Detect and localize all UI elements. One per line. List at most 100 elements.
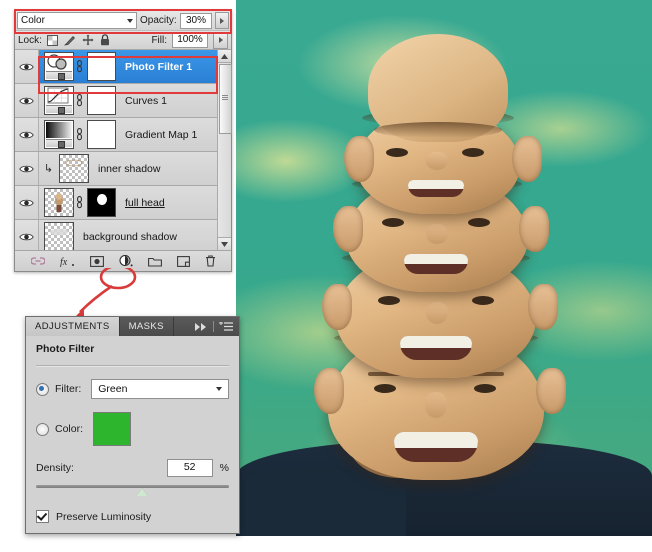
layer-thumbnail-inner-shadow[interactable]	[59, 154, 89, 183]
eye-left-1	[386, 148, 408, 157]
new-layer-icon[interactable]	[176, 255, 190, 267]
layer-mask-thumbnail[interactable]	[87, 120, 116, 149]
tab-adjustments[interactable]: ADJUSTMENTS	[26, 317, 120, 336]
new-adjustment-layer-icon[interactable]	[118, 255, 133, 267]
layer-style-fx-icon[interactable]: fx	[60, 256, 75, 267]
ear-left-3	[322, 284, 352, 330]
layer-mask-thumbnail[interactable]	[87, 188, 116, 217]
layer-mask-thumbnail[interactable]	[87, 52, 116, 81]
opacity-input[interactable]: 30%	[179, 12, 213, 29]
teeth-2	[404, 254, 468, 265]
paint-lock-icon[interactable]	[63, 35, 76, 46]
layer-row-curves-1[interactable]: Curves 1	[15, 84, 231, 118]
scroll-up-arrow-icon[interactable]	[218, 50, 231, 63]
eye-left-3	[378, 296, 400, 305]
layer-thumbnail-gradient-map[interactable]	[44, 120, 74, 149]
color-swatch[interactable]	[93, 412, 132, 446]
nose-1	[426, 152, 448, 170]
layers-bottom-toolbar[interactable]: fx	[15, 250, 231, 271]
density-unit: %	[219, 462, 229, 474]
fill-input[interactable]: 100%	[172, 32, 208, 48]
adjustment-title: Photo Filter	[36, 343, 95, 355]
layer-mask-chain-icon[interactable]	[74, 94, 84, 107]
ear-right-3	[528, 284, 558, 330]
layer-mask-chain-icon[interactable]	[74, 60, 84, 73]
adjustments-panel[interactable]: ADJUSTMENTS MASKS Photo Filter Filter: G…	[25, 316, 240, 534]
filter-row: Filter: Green	[36, 379, 229, 399]
transparency-lock-icon[interactable]	[46, 34, 58, 46]
layer-name[interactable]: Curves 1	[125, 95, 167, 107]
layers-list[interactable]: Photo Filter 1 Curves 1 Gradient Map 1 ↳…	[15, 50, 231, 250]
mouth-2	[404, 254, 468, 274]
ear-right-2	[519, 206, 549, 252]
layer-thumbnail-curves[interactable]	[44, 86, 74, 115]
delete-layer-icon[interactable]	[205, 255, 216, 267]
eye-icon	[19, 165, 34, 172]
density-slider[interactable]	[36, 482, 229, 498]
layer-visibility-toggle[interactable]	[15, 50, 39, 83]
layer-mask-chain-icon[interactable]	[74, 128, 84, 141]
link-layers-icon[interactable]	[30, 256, 45, 266]
layer-name[interactable]: background shadow	[83, 231, 177, 243]
eye-right-4	[474, 384, 496, 393]
preserve-luminosity-row[interactable]: Preserve Luminosity	[36, 510, 229, 523]
tab-filler	[173, 317, 189, 336]
chevron-down-icon	[127, 18, 133, 23]
blend-mode-row: Color Opacity: 30%	[15, 11, 231, 30]
layer-name[interactable]: inner shadow	[98, 163, 160, 175]
layer-thumbnail-full-head[interactable]	[44, 188, 74, 217]
clipping-mask-arrow-icon: ↳	[43, 163, 54, 175]
layer-row-inner-shadow[interactable]: ↳ inner shadow	[15, 152, 231, 186]
layer-visibility-toggle[interactable]	[15, 118, 39, 151]
layers-list-wrapper: Photo Filter 1 Curves 1 Gradient Map 1 ↳…	[15, 49, 232, 250]
layer-mask-thumbnail[interactable]	[87, 86, 116, 115]
layer-visibility-toggle[interactable]	[15, 152, 39, 185]
color-radio[interactable]	[36, 422, 49, 436]
add-layer-mask-icon[interactable]	[89, 255, 104, 267]
density-input[interactable]: 52	[166, 459, 213, 477]
nose-4	[425, 392, 447, 418]
eye-icon	[19, 233, 34, 240]
layer-mask-chain-icon[interactable]	[74, 196, 84, 209]
chevron-down-icon	[216, 387, 222, 391]
layer-name[interactable]: Gradient Map 1	[125, 129, 197, 141]
lock-all-icon[interactable]	[100, 34, 110, 46]
layer-name[interactable]: Photo Filter 1	[125, 61, 192, 73]
color-row: Color:	[36, 412, 229, 446]
layer-visibility-toggle[interactable]	[15, 220, 39, 250]
layers-panel[interactable]: Color Opacity: 30% Lock: Fill: 100% Phot…	[14, 10, 232, 272]
layer-row-gradient-map-1[interactable]: Gradient Map 1	[15, 118, 231, 152]
tab-divider	[213, 321, 214, 332]
new-group-icon[interactable]	[147, 256, 162, 267]
filter-radio[interactable]	[36, 382, 49, 396]
opacity-stepper[interactable]	[215, 12, 229, 29]
scroll-down-arrow-icon[interactable]	[218, 237, 231, 250]
slider-track	[36, 485, 229, 488]
slider-knob[interactable]	[136, 488, 149, 496]
layer-row-photo-filter-1[interactable]: Photo Filter 1	[15, 50, 231, 84]
move-lock-icon[interactable]	[82, 34, 94, 46]
layer-thumbnail-background-shadow[interactable]	[44, 222, 74, 250]
blend-mode-select[interactable]: Color	[17, 12, 137, 29]
layer-visibility-toggle[interactable]	[15, 186, 39, 219]
nose-3	[426, 302, 448, 324]
collapse-to-icons-icon[interactable]	[195, 322, 208, 331]
eye-left-2	[382, 218, 404, 227]
tab-masks[interactable]: MASKS	[119, 317, 174, 336]
layer-row-full-head[interactable]: full head	[15, 186, 231, 220]
eye-icon	[19, 131, 34, 138]
panel-menu-icon[interactable]	[219, 322, 233, 331]
density-row: Density: 52 %	[36, 459, 229, 477]
scrollbar-thumb[interactable]	[219, 64, 232, 134]
filter-select[interactable]: Green	[91, 379, 229, 399]
preserve-luminosity-checkbox[interactable]	[36, 510, 49, 523]
layer-row-background-shadow[interactable]: background shadow	[15, 220, 231, 250]
fill-stepper[interactable]	[213, 31, 228, 49]
layer-visibility-toggle[interactable]	[15, 84, 39, 117]
lock-label: Lock:	[18, 34, 42, 46]
layers-scrollbar[interactable]	[217, 50, 232, 250]
ear-left-4	[314, 368, 344, 414]
layer-name[interactable]: full head	[125, 197, 165, 209]
layer-thumbnail-photo-filter[interactable]	[44, 52, 74, 81]
scalp-shadow	[374, 122, 502, 138]
